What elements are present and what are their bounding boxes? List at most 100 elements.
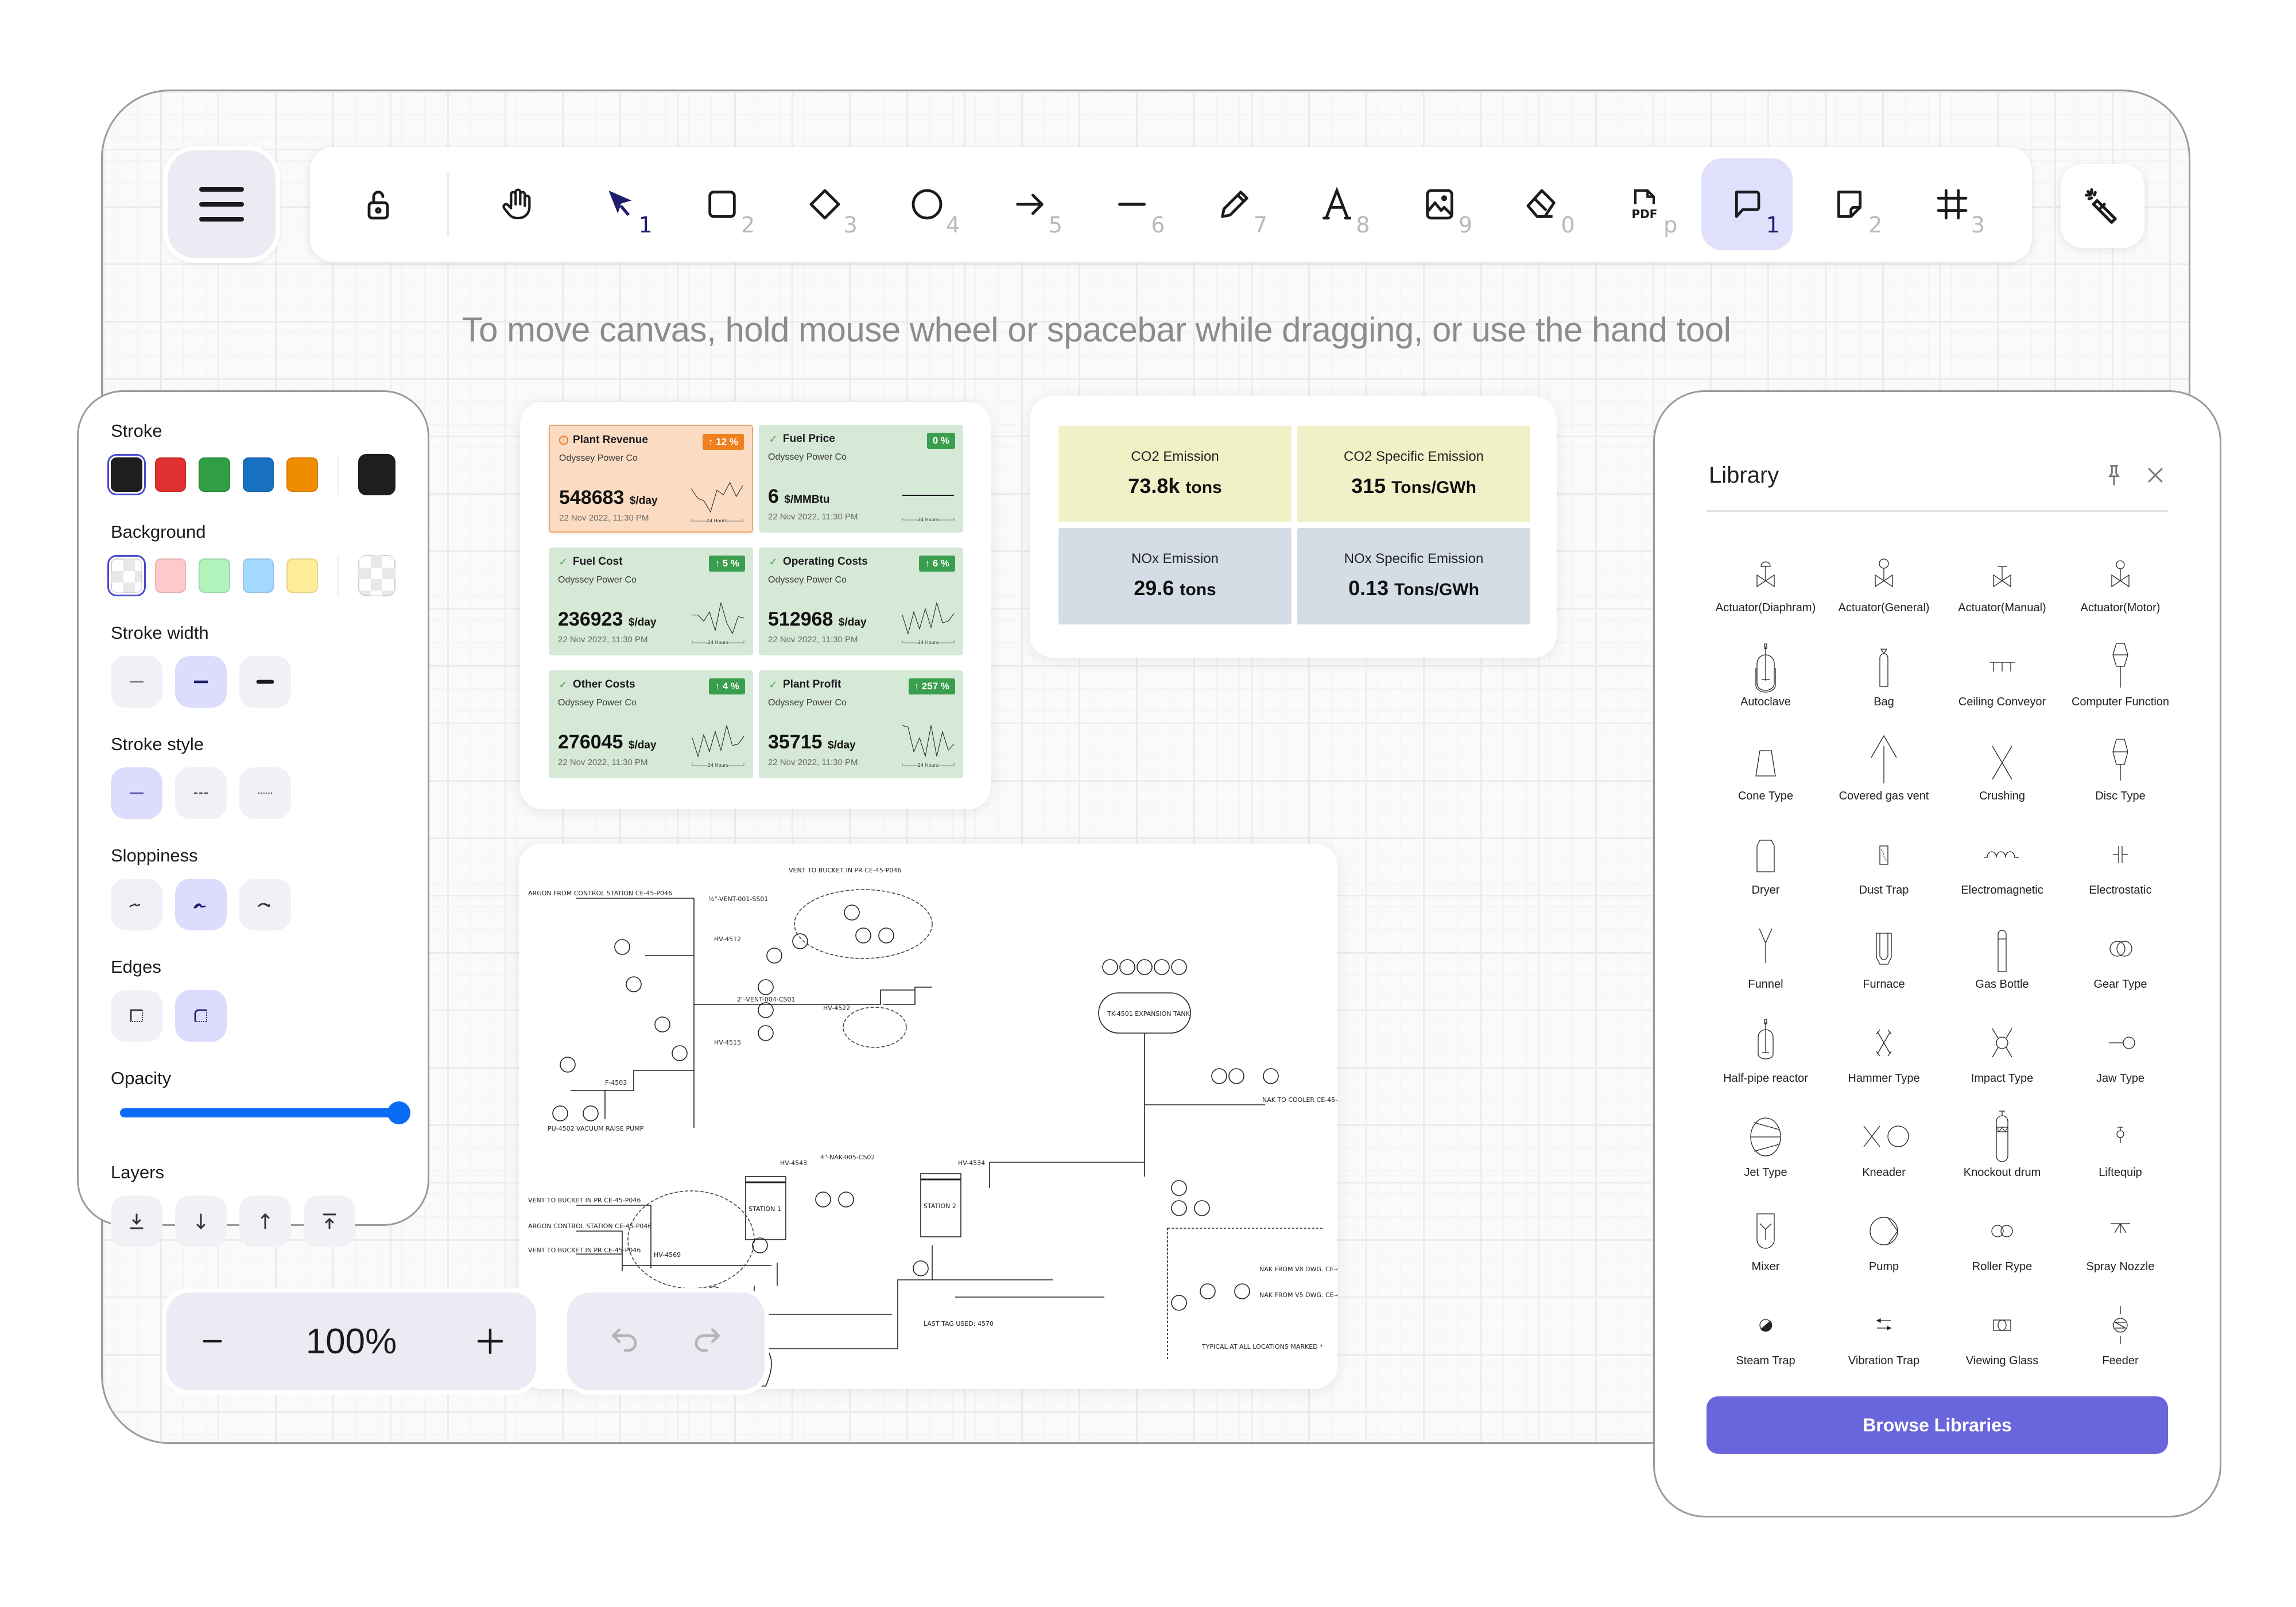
undo-button[interactable] — [607, 1322, 643, 1361]
library-item[interactable]: Gear Type — [2061, 916, 2179, 1004]
library-item[interactable]: Spray Nozzle — [2061, 1198, 2179, 1287]
edges-sharp[interactable] — [111, 990, 162, 1042]
background-swatch[interactable] — [107, 555, 146, 596]
tool-lock[interactable] — [333, 158, 424, 250]
sloppiness-cartoonist[interactable] — [239, 879, 291, 930]
stroke-style-dotted[interactable] — [239, 767, 291, 819]
library-item[interactable]: Impact Type — [1943, 1010, 2061, 1098]
library-item[interactable]: Liftequip — [2061, 1104, 2179, 1193]
tool-arrow[interactable]: 5 — [984, 158, 1075, 250]
sloppiness-artist[interactable] — [175, 879, 227, 930]
send-backward-button[interactable] — [175, 1195, 227, 1247]
tool-diamond[interactable]: 3 — [779, 158, 870, 250]
library-item[interactable]: Disc Type — [2061, 728, 2179, 816]
library-item[interactable]: Funnel — [1707, 916, 1825, 1004]
library-item[interactable]: Roller Rype — [1943, 1198, 2061, 1287]
library-item-preview — [1971, 539, 2034, 601]
stroke-swatch[interactable] — [107, 454, 146, 495]
bring-to-front-button[interactable] — [304, 1195, 355, 1247]
stroke-swatch[interactable] — [286, 457, 318, 492]
library-item[interactable]: Gas Bottle — [1943, 916, 2061, 1004]
tool-hand[interactable] — [472, 158, 563, 250]
stroke-swatch[interactable] — [242, 457, 274, 492]
background-swatch[interactable] — [199, 558, 230, 593]
extra-bold-line-icon — [256, 680, 274, 684]
tool-line[interactable]: 6 — [1087, 158, 1178, 250]
tool-image[interactable]: 9 — [1394, 158, 1486, 250]
tool-text[interactable]: 8 — [1292, 158, 1383, 250]
stroke-style-solid[interactable] — [111, 767, 162, 819]
library-item[interactable]: Pump — [1825, 1198, 1943, 1287]
tool-comment[interactable]: 1 — [1701, 158, 1793, 250]
library-item[interactable]: Computer Function — [2061, 634, 2179, 722]
background-swatch[interactable] — [154, 558, 187, 593]
library-item[interactable]: Electrostatic — [2061, 822, 2179, 910]
library-item[interactable]: Kneader — [1825, 1104, 1943, 1193]
tool-pdf[interactable]: PDF p — [1599, 158, 1690, 250]
library-item[interactable]: Knockout drum — [1943, 1104, 2061, 1193]
background-swatch[interactable] — [286, 558, 318, 593]
sloppiness-architect[interactable] — [111, 879, 162, 930]
tool-ellipse[interactable]: 4 — [882, 158, 973, 250]
library-item[interactable]: Cone Type — [1707, 728, 1825, 816]
library-item[interactable]: Jet Type — [1707, 1104, 1825, 1193]
library-item[interactable]: Electromagnetic — [1943, 822, 2061, 910]
zoom-in-button[interactable] — [467, 1318, 513, 1364]
tool-rectangle[interactable]: 2 — [677, 158, 768, 250]
library-item[interactable]: Half-pipe reactor — [1707, 1010, 1825, 1098]
tool-eraser[interactable]: 0 — [1496, 158, 1588, 250]
library-item[interactable]: Jaw Type — [2061, 1010, 2179, 1098]
library-item[interactable]: Covered gas vent — [1825, 728, 1943, 816]
stroke-swatch[interactable] — [154, 457, 187, 492]
library-item[interactable]: Actuator(General) — [1825, 539, 1943, 628]
library-item-label: Actuator(Diaphram) — [1715, 601, 1816, 614]
library-item[interactable]: Mixer — [1707, 1198, 1825, 1287]
library-item[interactable]: Actuator(Manual) — [1943, 539, 2061, 628]
zoom-level[interactable]: 100% — [306, 1321, 397, 1362]
library-item[interactable]: Vibration Trap — [1825, 1292, 1943, 1381]
background-swatch[interactable] — [242, 558, 274, 593]
library-item[interactable]: Actuator(Motor) — [2061, 539, 2179, 628]
library-item[interactable]: Bag — [1825, 634, 1943, 722]
library-item[interactable]: Autoclave — [1707, 634, 1825, 722]
opacity-slider-thumb[interactable] — [387, 1101, 410, 1124]
emission-dashboard-image[interactable]: CO2 Emission 73.8k tons CO2 Specific Emiss… — [1030, 396, 1557, 658]
browse-libraries-button[interactable]: Browse Libraries — [1707, 1396, 2168, 1454]
opacity-slider[interactable] — [114, 1101, 410, 1124]
library-item[interactable]: Ceiling Conveyor — [1943, 634, 2061, 722]
redo-button[interactable] — [689, 1322, 724, 1361]
feeder-icon — [2113, 1306, 2128, 1344]
pin-icon[interactable] — [2101, 463, 2127, 488]
library-item-preview — [1971, 1198, 2034, 1260]
magic-wand-button[interactable] — [2061, 164, 2144, 248]
tool-selection[interactable]: 1 — [574, 158, 665, 250]
tool-draw[interactable]: 7 — [1189, 158, 1280, 250]
bring-forward-button[interactable] — [239, 1195, 291, 1247]
library-item[interactable]: Dust Trap — [1825, 822, 1943, 910]
library-item[interactable]: Actuator(Diaphram) — [1707, 539, 1825, 628]
library-item[interactable]: Hammer Type — [1825, 1010, 1943, 1098]
stroke-style-dashed[interactable] — [175, 767, 227, 819]
main-menu-button[interactable] — [163, 146, 280, 263]
library-item[interactable]: Feeder — [2061, 1292, 2179, 1381]
stroke-width-extra-bold[interactable] — [239, 656, 291, 708]
close-icon[interactable] — [2143, 463, 2168, 488]
library-item[interactable]: Steam Trap — [1707, 1292, 1825, 1381]
library-item[interactable]: Crushing — [1943, 728, 2061, 816]
tool-frame[interactable]: 3 — [1906, 158, 1998, 250]
background-custom-color-picker[interactable] — [358, 555, 396, 596]
stroke-width-bold[interactable] — [175, 656, 227, 708]
zoom-out-button[interactable] — [189, 1318, 235, 1364]
kpi-dashboard-image[interactable]: ! Plant Revenue ↑ 12 % Odyssey Power Co 5486… — [520, 402, 991, 809]
library-item[interactable]: Dryer — [1707, 822, 1825, 910]
hammer-type-icon — [1876, 1029, 1892, 1057]
stroke-width-thin[interactable] — [111, 656, 162, 708]
send-to-back-button[interactable] — [111, 1195, 162, 1247]
stroke-swatch[interactable] — [199, 457, 230, 492]
library-item[interactable]: Viewing Glass — [1943, 1292, 2061, 1381]
library-item-preview — [1971, 822, 2034, 884]
stroke-custom-color-picker[interactable] — [358, 454, 396, 495]
tool-sticky-note[interactable]: 2 — [1804, 158, 1895, 250]
library-item[interactable]: Furnace — [1825, 916, 1943, 1004]
edges-round[interactable] — [175, 990, 227, 1042]
